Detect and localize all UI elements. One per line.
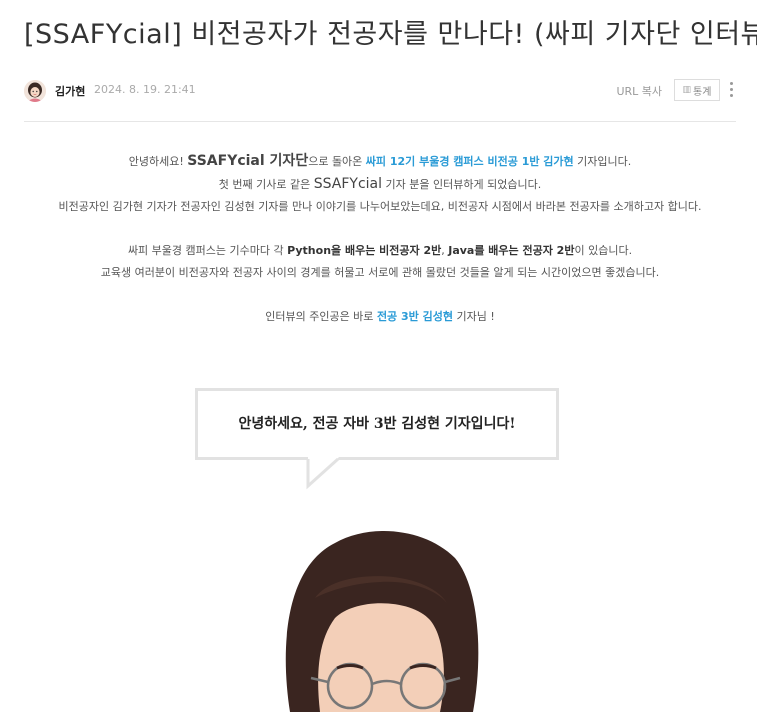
- more-vertical-icon[interactable]: [726, 78, 736, 100]
- text: 안녕하세요!: [128, 155, 188, 168]
- text: 기자입니다.: [573, 155, 632, 168]
- author-name[interactable]: 김가현: [55, 83, 85, 99]
- avatar[interactable]: [24, 80, 46, 102]
- interviewee-photo: [285, 531, 479, 712]
- post-body: 안녕하세요! SSAFYcial 기자단으로 돌아온 싸피 12기 부울경 캠퍼…: [24, 150, 736, 328]
- post-title: [SSAFYcial] 비전공자가 전공자를 만나다! (싸피 기자단 인터뷰): [24, 19, 757, 50]
- text: 으로 돌아온: [308, 155, 366, 168]
- text: 인터뷰의 주인공은 바로: [265, 310, 377, 323]
- stats-button[interactable]: ▥ 통계: [674, 79, 720, 101]
- text-highlight: 싸피 12기 부울경 캠퍼스 비전공 1반 김가현: [365, 155, 574, 168]
- intro-line-4: 싸피 부울경 캠퍼스는 기수마다 각 Python을 배우는 비전공자 2반, …: [24, 240, 736, 262]
- intro-line-3: 비전공자인 김가현 기자가 전공자인 김성현 기자를 만나 이야기를 나누어보았…: [58, 200, 702, 213]
- post-meta: 김가현 2024. 8. 19. 21:41 URL 복사 ▥ 통계: [24, 78, 736, 104]
- text: 기자님 !: [452, 310, 495, 323]
- speech-bubble-text: 안녕하세요, 전공 자바 3반 김성현 기자입니다!: [238, 416, 516, 432]
- text-highlight: 전공 3반 김성현: [376, 310, 453, 323]
- text: 첫 번째 기사로 같은: [218, 178, 314, 191]
- text-bold: SSAFYcial 기자단: [187, 153, 309, 169]
- text-brand: SSAFYcial: [313, 176, 383, 192]
- text: 이 있습니다.: [574, 244, 633, 257]
- speech-bubble-tail: [306, 456, 340, 490]
- post-date: 2024. 8. 19. 21:41: [94, 83, 196, 96]
- intro-line-5: 교육생 여러분이 비전공자와 전공자 사이의 경계를 허물고 서로에 관해 몰랐…: [100, 266, 660, 279]
- text-bold: Java를 배우는 전공자 2반: [448, 244, 575, 257]
- intro-line-6: 인터뷰의 주인공은 바로 전공 3반 김성현 기자님 !: [24, 306, 736, 328]
- bar-chart-icon: ▥: [682, 85, 692, 95]
- text: 기자 분을 인터뷰하게 되었습니다.: [382, 178, 542, 191]
- intro-line-2: 첫 번째 기사로 같은 SSAFYcial 기자 분을 인터뷰하게 되었습니다.: [24, 173, 736, 196]
- intro-line-1: 안녕하세요! SSAFYcial 기자단으로 돌아온 싸피 12기 부울경 캠퍼…: [24, 150, 736, 173]
- url-copy-button[interactable]: URL 복사: [616, 83, 662, 99]
- divider: [24, 121, 736, 122]
- speech-bubble: 안녕하세요, 전공 자바 3반 김성현 기자입니다!: [195, 388, 559, 460]
- text: 싸피 부울경 캠퍼스는 기수마다 각: [127, 244, 288, 257]
- stats-label: 통계: [693, 86, 712, 98]
- text-bold: Python을 배우는 비전공자 2반: [287, 244, 442, 257]
